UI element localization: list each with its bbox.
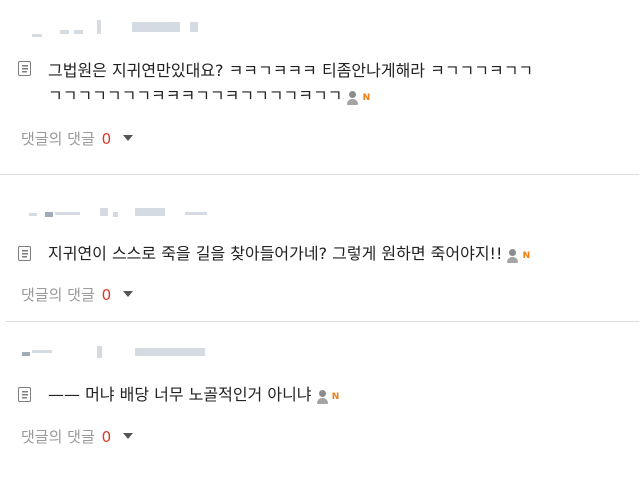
reply-toggle[interactable]: 댓글의 댓글 0	[21, 284, 133, 305]
author-badges: N	[506, 242, 531, 267]
author-badges: N	[346, 84, 371, 109]
chevron-down-icon	[122, 291, 133, 297]
comment-list: 그법원은 지귀연만있대요? ㅋㅋㄱㅋㅋㅋ 티좀안나게해라 ㅋㄱㄱㄱㅋㄱㄱ ㄱㄱㄱ…	[0, 0, 639, 504]
reply-count: 0	[101, 286, 112, 304]
document-icon	[18, 61, 31, 76]
comment-item: 그법원은 지귀연만있대요? ㅋㅋㄱㅋㅋㅋ 티좀안나게해라 ㅋㄱㄱㄱㅋㄱㄱ ㄱㄱㄱ…	[0, 0, 639, 174]
chevron-down-icon	[122, 135, 133, 141]
reply-toggle[interactable]: 댓글의 댓글 0	[21, 426, 133, 447]
comment-item: —— 머냐 배당 너무 노골적인거 아니냐 N 댓글의 댓글 0	[0, 322, 639, 504]
new-icon: N	[331, 391, 340, 402]
comment-body: 그법원은 지귀연만있대요? ㅋㅋㄱㅋㅋㅋ 티좀안나게해라 ㅋㄱㄱㄱㅋㄱㄱ ㄱㄱㄱ…	[18, 58, 635, 108]
comment-text: —— 머냐 배당 너무 노골적인거 아니냐 N	[48, 382, 635, 408]
reply-count: 0	[101, 130, 112, 148]
comment-line-text: ㄱㄱㄱㄱㄱㄱㄱㅋㅋㅋㄱㄱㅋㄱㄱㄱㄱㅋㄱㄱ	[48, 86, 343, 105]
comment-body: 지귀연이 스스로 죽을 길을 찾아들어가네? 그렇게 원하면 죽어야지!! N	[18, 241, 635, 266]
author-badges: N	[316, 383, 341, 408]
comment-line-text: 지귀연이 스스로 죽을 길을 찾아들어가네? 그렇게 원하면 죽어야지!!	[48, 244, 503, 263]
reply-label: 댓글의 댓글	[21, 286, 95, 304]
comment-line-text: —— 머냐 배당 너무 노골적인거 아니냐	[48, 385, 312, 404]
new-icon: N	[522, 250, 531, 261]
document-icon	[18, 387, 31, 402]
reply-label: 댓글의 댓글	[21, 428, 95, 446]
comment-line: 그법원은 지귀연만있대요? ㅋㅋㄱㅋㅋㅋ 티좀안나게해라 ㅋㄱㄱㄱㅋㄱㄱ	[48, 61, 534, 80]
chevron-down-icon	[122, 433, 133, 439]
user-icon	[316, 389, 329, 404]
comment-text: 지귀연이 스스로 죽을 길을 찾아들어가네? 그렇게 원하면 죽어야지!! N	[48, 241, 635, 267]
reply-count: 0	[101, 428, 112, 446]
user-icon	[506, 248, 519, 263]
comment-body: —— 머냐 배당 너무 노골적인거 아니냐 N	[18, 382, 635, 407]
comment-text: 그법원은 지귀연만있대요? ㅋㅋㄱㅋㅋㅋ 티좀안나게해라 ㅋㄱㄱㄱㅋㄱㄱ ㄱㄱㄱ…	[48, 58, 635, 109]
new-icon: N	[362, 92, 371, 103]
reply-toggle[interactable]: 댓글의 댓글 0	[21, 128, 133, 149]
document-icon	[18, 246, 31, 261]
comment-line-last: ㄱㄱㄱㄱㄱㄱㄱㅋㅋㅋㄱㄱㅋㄱㄱㄱㄱㅋㄱㄱ N	[48, 83, 635, 109]
reply-label: 댓글의 댓글	[21, 130, 95, 148]
user-icon	[346, 90, 359, 105]
comment-item: 지귀연이 스스로 죽을 길을 찾아들어가네? 그렇게 원하면 죽어야지!! N 댓…	[0, 175, 639, 321]
